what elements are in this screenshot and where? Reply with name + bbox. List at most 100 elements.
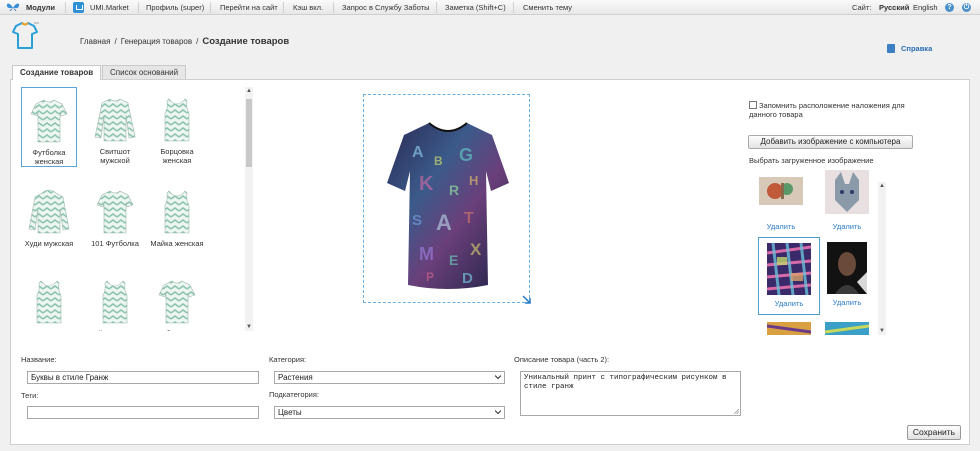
page-title: Создание товаров [202,36,290,47]
scroll-up-icon[interactable]: ▲ [878,182,886,190]
gallery-thumbnail [825,170,869,214]
product-label: 101 Футболка [91,239,139,248]
scroll-up-icon[interactable]: ▲ [245,87,253,95]
umi-market-link[interactable]: UMI.Market [90,0,129,15]
toolbar-divider [283,2,284,13]
product-label: Майка женская [150,239,204,248]
remember-overlay-label: Запомнить расположение наложения для дан… [749,101,905,119]
scroll-down-icon[interactable]: ▼ [245,323,253,331]
description-value: Уникальный принт с типографическим рисун… [524,374,727,391]
product-item[interactable]: Борцовка мужская [21,269,77,331]
scroll-down-icon[interactable]: ▼ [878,327,886,335]
product-item[interactable]: Борцовка женская [149,87,205,167]
product-item[interactable]: 101 Футболка [87,179,143,259]
gallery-thumbnail [767,243,811,295]
subcategory-select[interactable]: Цветы [274,406,505,419]
product-label: Майка мужская [87,329,143,331]
toolbar-divider [513,2,514,13]
delete-image-link[interactable]: Удалить [750,222,812,231]
svg-text:B: B [434,154,443,168]
product-label: Борцовка мужская [21,329,77,331]
change-theme-link[interactable]: Сменить тему [523,0,572,15]
profile-link[interactable]: Профиль (super) [146,0,204,15]
gallery-item[interactable] [758,320,820,335]
category-label: Категория: [269,355,307,364]
tshirt-preview-image: A B G K R H S A T M E X P D [387,122,509,289]
gallery-scrollbar[interactable]: ▲ ▼ [878,182,886,335]
tshirt-logo-icon[interactable] [11,21,39,51]
svg-text:H: H [469,173,478,188]
svg-text:X: X [470,240,482,259]
toolbar-divider [436,2,437,13]
help-circle-icon[interactable]: ? [945,3,954,12]
chevron-down-icon [495,410,501,415]
chevron-down-icon [495,375,501,380]
name-input[interactable]: Буквы в стиле Гранж [27,371,259,384]
lang-english[interactable]: English [913,0,938,15]
delete-image-link[interactable]: Удалить [816,298,878,307]
scroll-thumb[interactable] [246,99,252,167]
svg-text:P: P [426,270,434,284]
lang-russian[interactable]: Русский [879,0,909,15]
delete-image-link[interactable]: Удалить [759,299,819,308]
product-list-scrollbar[interactable]: ▲ ▼ [245,87,253,331]
product-list: Футболка женская Свитшот мужской Борцовка … [21,87,253,331]
svg-text:A: A [436,210,452,235]
help-link[interactable]: Справка [887,44,932,53]
category-select[interactable]: Растения [274,371,505,384]
svg-text:G: G [459,145,473,165]
toolbar-divider [333,2,334,13]
gallery-item[interactable] [816,320,878,335]
cache-toggle[interactable]: Кэш вкл. [293,0,323,15]
svg-text:T: T [464,210,474,227]
toolbar-divider [65,2,66,13]
scroll-track[interactable] [879,192,885,322]
gallery-thumbnail [759,177,803,205]
product-item[interactable]: Футболка женская [21,87,77,167]
butterfly-logo-icon[interactable] [6,2,20,13]
note-link[interactable]: Заметка (Shift+C) [445,0,506,15]
breadcrumb-separator: / [114,37,117,46]
modules-menu[interactable]: Модули [26,0,55,15]
name-label: Название: [21,355,57,364]
breadcrumb-home[interactable]: Главная [80,37,110,46]
svg-text:A: A [412,144,424,161]
resize-handle-icon[interactable] [522,295,531,304]
product-thumbnail-icon [96,190,134,234]
gallery-item[interactable]: Удалить [816,237,878,315]
product-label: Свитшот мужской [99,147,131,165]
breadcrumb-separator: / [196,37,199,46]
gallery-thumbnail [825,322,869,335]
toolbar-divider [138,2,139,13]
product-thumbnail-icon [94,98,136,142]
svg-text:D: D [462,270,473,287]
resize-grip-icon[interactable] [733,408,739,414]
remember-overlay-checkbox[interactable] [749,101,757,109]
svg-text:R: R [449,182,459,198]
delete-image-link[interactable]: Удалить [816,222,878,231]
save-button[interactable]: Сохранить [907,425,961,440]
breadcrumb-generation[interactable]: Генерация товаров [121,37,192,46]
support-request-link[interactable]: Запрос в Службу Заботы [342,0,430,15]
product-thumbnail-icon [158,280,196,324]
product-item[interactable]: Майка женская [149,179,205,259]
tags-label: Теги: [21,391,39,400]
product-item[interactable]: Худи мужская [21,179,77,259]
site-label: Сайт: [852,3,872,12]
logout-icon[interactable]: ⏻ [962,3,971,12]
gallery-item[interactable]: Удалить [758,237,820,315]
product-thumbnail-icon [28,189,70,234]
product-thumbnail-icon [164,98,190,142]
description-textarea[interactable]: Уникальный принт с типографическим рисун… [520,371,741,416]
product-item[interactable]: Футболка для [149,269,205,331]
cart-icon[interactable] [73,2,84,13]
add-image-button[interactable]: Добавить изображение с компьютера [748,135,913,149]
product-item[interactable]: Свитшот мужской [87,87,143,167]
product-item[interactable]: Майка мужская [87,269,143,331]
goto-site-link[interactable]: Перейти на сайт [220,0,278,15]
tab-bases-list[interactable]: Список оснований [102,65,187,79]
design-canvas[interactable]: A B G K R H S A T M E X P D [363,94,531,304]
tags-input[interactable] [27,406,259,419]
remember-overlay-option[interactable]: Запомнить расположение наложения для дан… [749,101,929,119]
tab-create-products[interactable]: Создание товаров [12,65,102,80]
